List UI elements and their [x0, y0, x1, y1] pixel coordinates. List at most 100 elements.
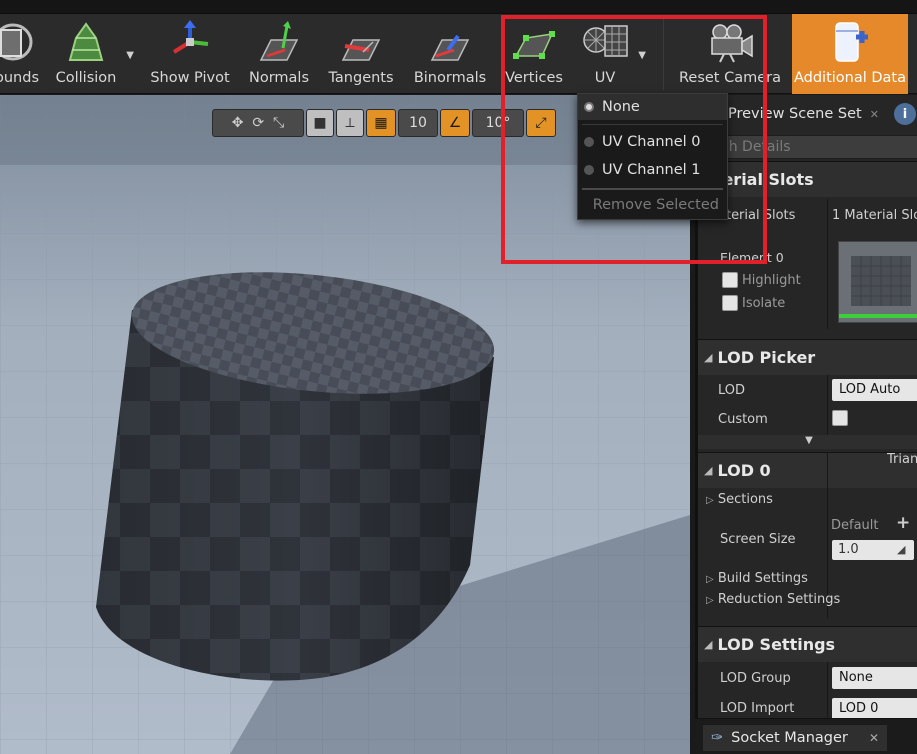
uv-option-none[interactable]: None — [578, 94, 727, 120]
column-divider — [827, 375, 828, 435]
rotation-snap-value[interactable]: 10° — [472, 109, 524, 137]
expand-arrow-icon: ▷ — [706, 595, 714, 606]
isolate-label: Isolate — [742, 296, 786, 311]
expand-arrow-icon: ▷ — [706, 574, 714, 585]
reset-camera-button[interactable]: Reset Camera — [678, 14, 782, 94]
rotation-snap-toggle[interactable]: ∠ — [440, 109, 470, 137]
build-settings-expander[interactable]: ▷ Build Settings — [706, 571, 808, 586]
socket-manager-bar: ✑ Socket Manager ✕ — [695, 718, 917, 754]
title-strip — [0, 0, 917, 14]
grid-icon: ▦ — [374, 115, 388, 131]
move-icon[interactable]: ✥ — [232, 115, 244, 131]
lod-import-dropdown[interactable]: LOD 0 — [832, 698, 917, 720]
chevron-down-icon: ▼ — [805, 435, 813, 446]
search-details-input[interactable]: arch Details — [698, 135, 917, 159]
socket-icon: ✑ — [711, 730, 724, 746]
chevron-down-icon[interactable]: ▼ — [638, 50, 646, 61]
normals-button[interactable]: Normals — [246, 14, 312, 94]
tangents-icon — [339, 14, 383, 70]
custom-label: Custom — [718, 412, 768, 427]
world-local-toggle[interactable]: ■ — [306, 109, 334, 137]
reset-camera-label: Reset Camera — [678, 70, 782, 86]
close-tab-icon[interactable]: ✕ — [869, 731, 879, 745]
lod-group-label: LOD Group — [720, 671, 791, 686]
scale-icon[interactable]: ⤡ — [273, 115, 284, 131]
tab-socket-manager[interactable]: ✑ Socket Manager ✕ — [703, 725, 887, 751]
highlight-label: Highlight — [742, 273, 801, 288]
screen-size-label: Screen Size — [720, 532, 796, 547]
tab-preview-scene-settings[interactable]: Preview Scene Set ✕ — [728, 100, 879, 128]
binormals-button[interactable]: Binormals — [412, 14, 488, 94]
column-divider — [827, 662, 828, 722]
expand-arrow-icon: ▷ — [706, 495, 714, 506]
info-icon[interactable]: i — [894, 103, 916, 125]
material-thumbnail[interactable] — [838, 241, 917, 323]
grid-snap-toggle[interactable]: ▦ — [366, 109, 396, 137]
add-icon[interactable]: + — [896, 513, 910, 533]
chevron-down-icon[interactable]: ▼ — [126, 50, 134, 61]
column-divider — [827, 199, 828, 329]
triangles-label: Trian — [887, 452, 917, 467]
cube-icon: ■ — [313, 115, 327, 131]
collapse-arrow-icon: ◢ — [704, 351, 713, 364]
collision-icon — [64, 14, 108, 70]
lod-group-dropdown[interactable]: None — [832, 667, 917, 689]
vertices-button[interactable]: Vertices — [504, 14, 564, 94]
tangents-label: Tangents — [328, 70, 394, 86]
collision-button[interactable]: Collision ▼ — [52, 14, 134, 94]
vertices-label: Vertices — [505, 70, 563, 86]
custom-checkbox[interactable] — [832, 410, 848, 426]
vertices-icon — [512, 14, 556, 70]
radio-selected-icon — [584, 102, 594, 112]
lod-dropdown[interactable]: LOD Auto — [832, 379, 917, 401]
sections-expander[interactable]: ▷ Sections — [706, 492, 773, 507]
radio-icon — [584, 165, 594, 175]
uv-label: UV — [594, 70, 616, 86]
uv-button[interactable]: UV ▼ — [576, 14, 646, 94]
bounds-label: ounds — [0, 70, 39, 86]
resize-handle-icon: ◢ — [897, 543, 906, 556]
radio-icon — [584, 137, 594, 147]
material-slots-count: 1 Material Slots — [832, 208, 917, 223]
section-material-slots[interactable]: aterial Slots — [698, 161, 917, 197]
bounds-icon — [0, 14, 39, 70]
normals-icon — [257, 14, 301, 70]
additional-data-icon — [828, 14, 872, 70]
normals-label: Normals — [248, 70, 310, 86]
uv-channel-dropdown: None UV Channel 0 UV Channel 1 Remove Se… — [577, 93, 728, 220]
highlight-checkbox[interactable] — [722, 272, 738, 288]
angle-icon: ∠ — [448, 115, 462, 131]
close-tab-icon[interactable]: ✕ — [870, 108, 879, 121]
scale-snap-toggle[interactable]: ⤢ — [526, 109, 556, 137]
surface-snap-button[interactable]: ⟂ — [336, 109, 364, 137]
reduction-settings-expander[interactable]: ▷ Reduction Settings — [706, 592, 840, 607]
grid-snap-value[interactable]: 10 — [398, 109, 438, 137]
collapse-arrow-icon: ◢ — [704, 638, 713, 651]
scale-snap-icon: ⤢ — [535, 115, 547, 131]
uv-option-channel-0[interactable]: UV Channel 0 — [578, 129, 727, 155]
show-pivot-button[interactable]: Show Pivot — [146, 14, 234, 94]
binormals-icon — [428, 14, 472, 70]
remove-selected-button[interactable]: Remove Selected — [578, 197, 727, 213]
uv-icon — [581, 14, 629, 70]
camera-icon — [706, 14, 754, 70]
default-label: Default — [831, 518, 879, 533]
bounds-button[interactable]: ounds — [0, 14, 42, 94]
pivot-icon — [168, 14, 212, 70]
section-lod-picker[interactable]: ◢ LOD Picker — [698, 339, 917, 375]
tangents-button[interactable]: Tangents — [324, 14, 398, 94]
menu-divider — [582, 188, 723, 190]
collapse-arrow-icon: ◢ — [704, 464, 713, 477]
transform-mode-group[interactable]: ✥ ⟳ ⤡ — [212, 109, 304, 137]
binormals-label: Binormals — [413, 70, 487, 86]
additional-data-label: Additional Data — [793, 70, 907, 86]
expand-advanced-button[interactable]: ▼ — [698, 435, 917, 449]
uv-option-channel-1[interactable]: UV Channel 1 — [578, 157, 727, 183]
viewport-transform-toolbar: ✥ ⟳ ⤡ ■ ⟂ ▦ 10 ∠ 10° ⤢ — [212, 109, 556, 139]
additional-data-button[interactable]: Additional Data — [792, 14, 908, 94]
rotate-icon[interactable]: ⟳ — [252, 115, 264, 131]
isolate-checkbox[interactable] — [722, 295, 738, 311]
section-lod-settings[interactable]: ◢ LOD Settings — [698, 626, 917, 662]
collision-label: Collision — [55, 70, 117, 86]
section-lod-0[interactable]: ◢ LOD 0 — [698, 452, 917, 488]
